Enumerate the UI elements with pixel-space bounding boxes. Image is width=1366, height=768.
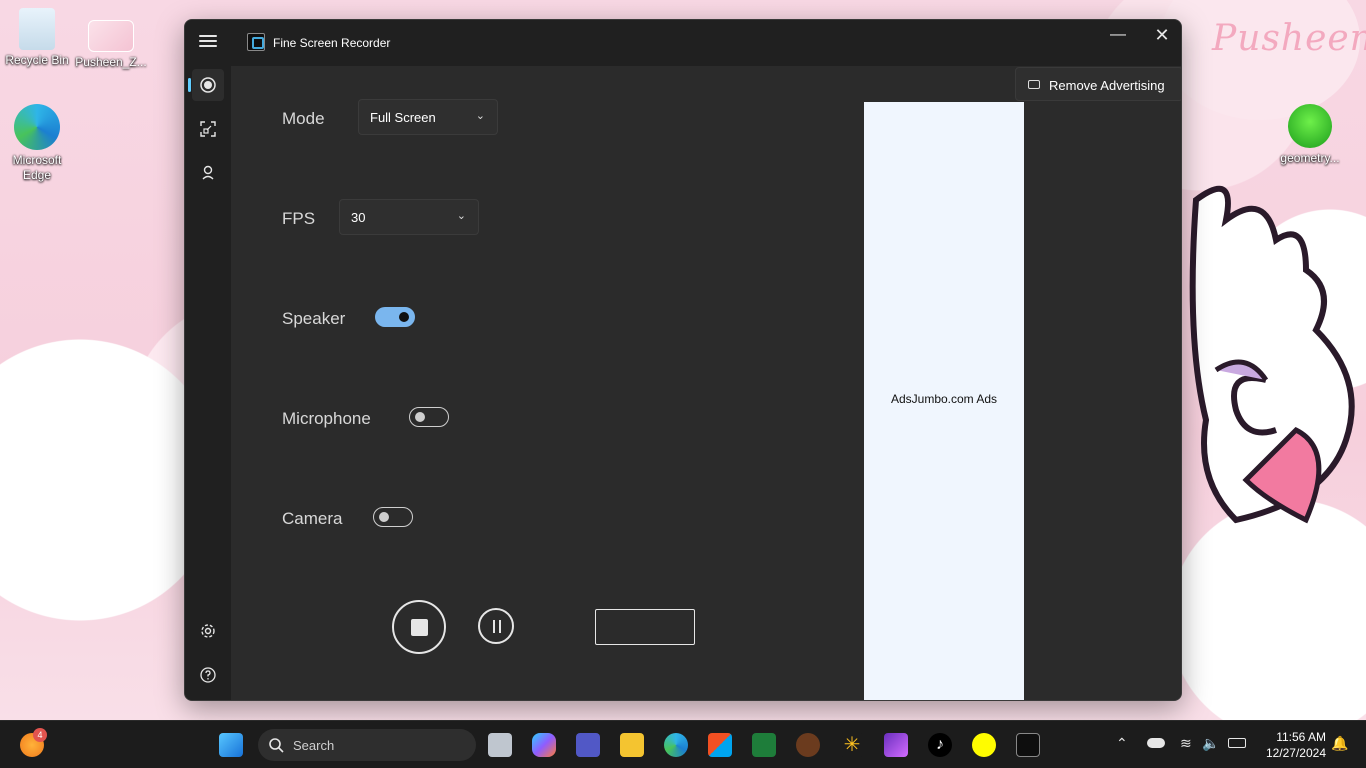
- recycle-bin-icon: [19, 8, 55, 50]
- record-icon: [200, 77, 216, 93]
- desktop-icon-label: Microsoft Edge: [12, 153, 62, 182]
- mode-label: Mode: [282, 109, 325, 128]
- teams-icon[interactable]: [576, 733, 600, 757]
- task-view-icon[interactable]: [488, 733, 512, 757]
- desktop-icon-label: Recycle Bin: [5, 53, 69, 67]
- desktop-icon-microsoft-edge[interactable]: Microsoft Edge: [1, 104, 73, 183]
- taskbar-clock[interactable]: 11:56 AM 12/27/2024: [1258, 729, 1326, 761]
- close-button[interactable]: ✕: [1139, 20, 1181, 52]
- remove-advertising-label: Remove Advertising: [1049, 78, 1165, 93]
- battery-icon[interactable]: [1228, 738, 1246, 748]
- tiktok-icon[interactable]: ♪: [928, 733, 952, 757]
- app-logo-icon: [247, 33, 265, 51]
- sidebar-nav: [185, 66, 231, 700]
- notification-badge: 4: [33, 728, 47, 742]
- wallpaper-cloud: [1200, 520, 1366, 720]
- game-icon[interactable]: [884, 733, 908, 757]
- chevron-down-icon: ⌄: [475, 110, 485, 122]
- nav-item-region[interactable]: [192, 113, 224, 145]
- clock-time: 11:56 AM: [1276, 730, 1326, 744]
- forge-icon[interactable]: [796, 733, 820, 757]
- desktop-icon-geometry[interactable]: geometry...: [1274, 104, 1346, 166]
- chevron-up-icon[interactable]: ⌃: [1116, 735, 1128, 752]
- camera-toggle[interactable]: [373, 507, 413, 527]
- settings-icon: [201, 624, 215, 638]
- toggle-knob: [399, 312, 409, 322]
- nav-item-webcam[interactable]: [192, 157, 224, 189]
- microsoft-store-icon[interactable]: [708, 733, 732, 757]
- nav-item-settings[interactable]: [192, 615, 224, 647]
- toggle-knob: [379, 512, 389, 522]
- mode-value: Full Screen: [370, 110, 436, 125]
- window-title: Fine Screen Recorder: [273, 36, 391, 50]
- toggle-knob: [415, 412, 425, 422]
- webcam-icon: [202, 165, 214, 180]
- timer-display: [595, 609, 695, 645]
- stop-icon: [411, 619, 428, 636]
- desktop-icon-recycle-bin[interactable]: Recycle Bin: [1, 8, 73, 68]
- fps-value: 30: [351, 210, 366, 225]
- edge-icon[interactable]: [664, 733, 688, 757]
- taskbar: 4 Search ✳ ♪ ⌃ ≋ 🔈 11:56 AM 12/27/2024 🔔: [0, 720, 1366, 768]
- camera-label: Camera: [282, 509, 343, 528]
- taskbar-search[interactable]: Search: [258, 729, 476, 761]
- fine-screen-recorder-taskbar-icon[interactable]: [1016, 733, 1040, 757]
- file-explorer-icon[interactable]: [620, 733, 644, 757]
- clock-date: 12/27/2024: [1265, 746, 1326, 760]
- wallpaper-cloud: [0, 360, 180, 560]
- microphone-toggle[interactable]: [409, 407, 449, 427]
- ad-banner[interactable]: AdsJumbo.com Ads: [864, 102, 1024, 700]
- wallpaper-logo: Pusheen: [1212, 18, 1366, 59]
- solitaire-icon[interactable]: [752, 733, 776, 757]
- desktop-icon-label: geometry...: [1280, 151, 1340, 165]
- nav-item-record[interactable]: [188, 69, 224, 101]
- hamburger-menu-icon[interactable]: [199, 32, 217, 50]
- desktop-icon-pusheen-zip[interactable]: Pusheen_Z...: [75, 20, 147, 70]
- pause-button[interactable]: [478, 608, 514, 644]
- ad-text: AdsJumbo.com Ads: [890, 392, 998, 406]
- recorder-content: Mode Full Screen ⌄ FPS 30 ⌄ Speaker Micr…: [231, 66, 1181, 700]
- copilot-icon[interactable]: [532, 733, 556, 757]
- nav-item-help[interactable]: [192, 659, 224, 691]
- walmart-icon[interactable]: ✳: [840, 733, 864, 757]
- fine-screen-recorder-window: Fine Screen Recorder — ✕ Mode Full Scree…: [184, 19, 1182, 701]
- remove-advertising-button[interactable]: Remove Advertising: [1015, 67, 1181, 101]
- search-placeholder: Search: [293, 738, 335, 753]
- help-icon: [200, 667, 216, 683]
- fps-dropdown[interactable]: 30 ⌄: [339, 199, 479, 235]
- search-icon: [269, 738, 284, 753]
- fps-label: FPS: [282, 209, 316, 228]
- volume-icon[interactable]: 🔈: [1202, 735, 1219, 752]
- mode-dropdown[interactable]: Full Screen ⌄: [358, 99, 498, 135]
- snapchat-icon[interactable]: [972, 733, 996, 757]
- image-file-icon: [88, 20, 134, 52]
- title-bar[interactable]: Fine Screen Recorder — ✕: [185, 20, 1181, 66]
- stop-record-button[interactable]: [392, 600, 446, 654]
- edge-icon: [14, 104, 60, 150]
- start-icon[interactable]: [219, 733, 243, 757]
- speaker-label: Speaker: [282, 309, 346, 328]
- notification-bell-icon[interactable]: 🔔: [1331, 735, 1348, 752]
- geometry-dash-icon: [1288, 104, 1332, 148]
- wifi-icon[interactable]: ≋: [1180, 735, 1192, 752]
- microphone-label: Microphone: [282, 409, 371, 428]
- onedrive-icon[interactable]: [1147, 738, 1165, 748]
- pusheen-unicorn-illustration: [1189, 185, 1355, 524]
- chevron-down-icon: ⌄: [456, 210, 466, 222]
- ad-block-icon: [1028, 80, 1040, 89]
- region-icon: [200, 121, 216, 137]
- desktop-icon-label: Pusheen_Z...: [75, 55, 147, 69]
- minimize-button[interactable]: —: [1095, 20, 1141, 52]
- speaker-toggle[interactable]: [375, 307, 415, 327]
